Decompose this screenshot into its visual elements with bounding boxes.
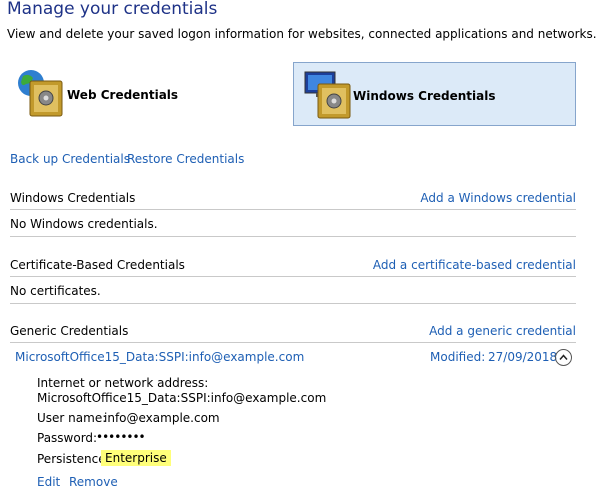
address-label: Internet or network address: — [37, 376, 209, 390]
username-label: User name: — [37, 411, 107, 425]
generic-credentials-heading: Generic Credentials — [10, 324, 129, 338]
divider — [10, 276, 576, 277]
windows-credentials-icon — [304, 71, 351, 119]
persistence-label: Persistence: — [37, 452, 110, 466]
add-generic-credential-link[interactable]: Add a generic credential — [429, 324, 576, 338]
add-windows-credential-link[interactable]: Add a Windows credential — [420, 191, 576, 205]
web-credentials-label: Web Credentials — [67, 88, 179, 102]
web-credentials-tile[interactable]: Web Credentials — [10, 62, 280, 126]
remove-link[interactable]: Remove — [69, 475, 118, 489]
edit-link[interactable]: Edit — [37, 475, 60, 489]
add-certificate-credential-link[interactable]: Add a certificate-based credential — [373, 258, 576, 272]
certificates-empty: No certificates. — [10, 284, 101, 298]
credential-name-link[interactable]: MicrosoftOffice15_Data:SSPI:info@example… — [15, 350, 304, 364]
modified-label: Modified: — [430, 350, 486, 364]
chevron-up-icon — [559, 354, 568, 360]
persistence-value: Enterprise — [101, 450, 171, 466]
collapse-button[interactable] — [555, 349, 572, 366]
windows-credentials-heading: Windows Credentials — [10, 191, 136, 205]
divider — [10, 342, 576, 343]
windows-credentials-empty: No Windows credentials. — [10, 217, 158, 231]
page-description: View and delete your saved logon informa… — [7, 27, 597, 41]
username-value: info@example.com — [104, 411, 220, 425]
divider — [10, 209, 576, 210]
web-credentials-icon — [18, 70, 63, 117]
divider — [10, 236, 576, 237]
page-title: Manage your credentials — [7, 0, 218, 19]
address-value: MicrosoftOffice15_Data:SSPI:info@example… — [37, 391, 327, 405]
modified-date: 27/09/2018 — [488, 350, 558, 364]
password-label: Password: — [37, 431, 98, 445]
windows-credentials-label: Windows Credentials — [353, 89, 496, 103]
restore-credentials-link[interactable]: Restore Credentials — [127, 152, 244, 166]
password-value: •••••••• — [96, 430, 146, 444]
divider — [10, 303, 576, 304]
windows-credentials-tile[interactable]: Windows Credentials — [293, 62, 576, 126]
back-up-credentials-link[interactable]: Back up Credentials — [10, 152, 130, 166]
certificate-credentials-heading: Certificate-Based Credentials — [10, 258, 185, 272]
